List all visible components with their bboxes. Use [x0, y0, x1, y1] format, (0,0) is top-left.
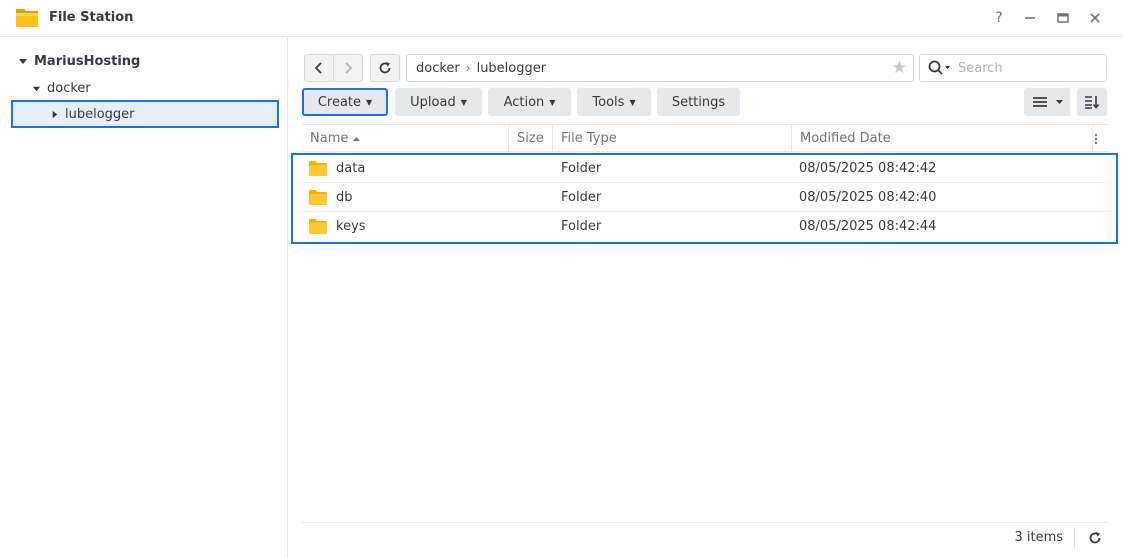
path-segment[interactable]: docker [416, 61, 460, 76]
caret-down-icon: ▼ [460, 97, 467, 107]
caret-down-icon: ▼ [549, 97, 556, 107]
settings-button[interactable]: Settings [657, 88, 740, 116]
refresh-button[interactable] [370, 54, 400, 82]
refresh-icon [379, 62, 391, 74]
column-header-label: Size [517, 131, 544, 146]
tree-item-label: MariusHosting [34, 53, 141, 69]
back-button[interactable] [304, 54, 334, 82]
forward-button[interactable] [333, 54, 363, 82]
tree-item-mariushosting[interactable]: MariusHosting [18, 48, 140, 74]
help-button[interactable]: ? [989, 8, 1009, 28]
refresh-icon [1089, 532, 1101, 544]
item-count: 3 items [1014, 530, 1063, 545]
column-header-file-type[interactable]: File Type [553, 125, 792, 152]
tools-button[interactable]: Tools ▼ [577, 88, 651, 116]
table-header: Name Size File Type Modified Date [302, 124, 1109, 152]
caret-down-icon [1055, 99, 1063, 104]
path-segment[interactable]: lubelogger [477, 61, 547, 76]
tree-item-label: lubelogger [65, 106, 135, 122]
app-title: File Station [49, 10, 134, 25]
caret-down-icon: ▼ [629, 97, 636, 107]
footer-refresh-button[interactable] [1083, 527, 1107, 549]
caret-down-icon: ▼ [366, 97, 373, 107]
folder-app-icon [16, 9, 38, 27]
close-button[interactable] [1085, 8, 1105, 28]
chevron-left-icon [314, 62, 322, 74]
minimize-icon [1025, 17, 1035, 19]
sort-button[interactable] [1077, 88, 1107, 116]
column-header-label: Name [310, 131, 349, 146]
tree-item-lubelogger[interactable]: lubelogger [11, 100, 279, 128]
search-input[interactable] [958, 60, 1098, 76]
path-separator-icon: › [465, 61, 471, 75]
divider [1074, 528, 1075, 548]
sort-ascending-icon [353, 137, 361, 141]
action-button[interactable]: Action ▼ [488, 88, 571, 116]
maximize-button[interactable] [1053, 8, 1073, 28]
column-header-label: Modified Date [800, 131, 891, 146]
caret-down-icon [19, 59, 27, 64]
help-icon: ? [995, 10, 1003, 26]
create-button-label: Create [317, 94, 362, 110]
status-bar: 3 items [302, 522, 1109, 552]
minimize-button[interactable] [1020, 8, 1040, 28]
folder-tree: MariusHosting docker lubelogger [0, 38, 288, 558]
column-header-name[interactable]: Name [302, 125, 509, 152]
settings-button-label: Settings [671, 94, 726, 110]
caret-right-icon [52, 110, 58, 118]
sort-icon [1085, 96, 1100, 109]
maximize-icon [1057, 13, 1069, 23]
upload-button[interactable]: Upload ▼ [395, 88, 482, 116]
tree-item-label: docker [47, 80, 91, 96]
action-button-label: Action [503, 94, 545, 110]
column-header-size[interactable]: Size [509, 125, 553, 152]
file-browser: docker › lubelogger ★ Create ▼ Upload ▼ Ac… [289, 38, 1123, 558]
caret-down-icon [32, 86, 41, 91]
list-view-icon [1032, 97, 1047, 107]
star-icon[interactable]: ★ [892, 59, 907, 77]
column-header-modified-date[interactable]: Modified Date [792, 125, 1093, 152]
close-icon [1090, 13, 1100, 23]
search-icon [928, 60, 950, 75]
create-button[interactable]: Create ▼ [302, 88, 388, 116]
column-header-label: File Type [561, 131, 617, 146]
selection-highlight [291, 153, 1118, 244]
tree-item-docker[interactable]: docker [32, 75, 91, 101]
upload-button-label: Upload [410, 94, 456, 110]
column-options-icon[interactable] [1083, 125, 1109, 152]
chevron-right-icon [345, 62, 353, 74]
search-box[interactable] [919, 54, 1107, 82]
path-bar[interactable]: docker › lubelogger ★ [406, 54, 914, 82]
title-bar: File Station ? [0, 0, 1123, 37]
tools-button-label: Tools [592, 94, 625, 110]
view-mode-button[interactable] [1024, 88, 1070, 116]
